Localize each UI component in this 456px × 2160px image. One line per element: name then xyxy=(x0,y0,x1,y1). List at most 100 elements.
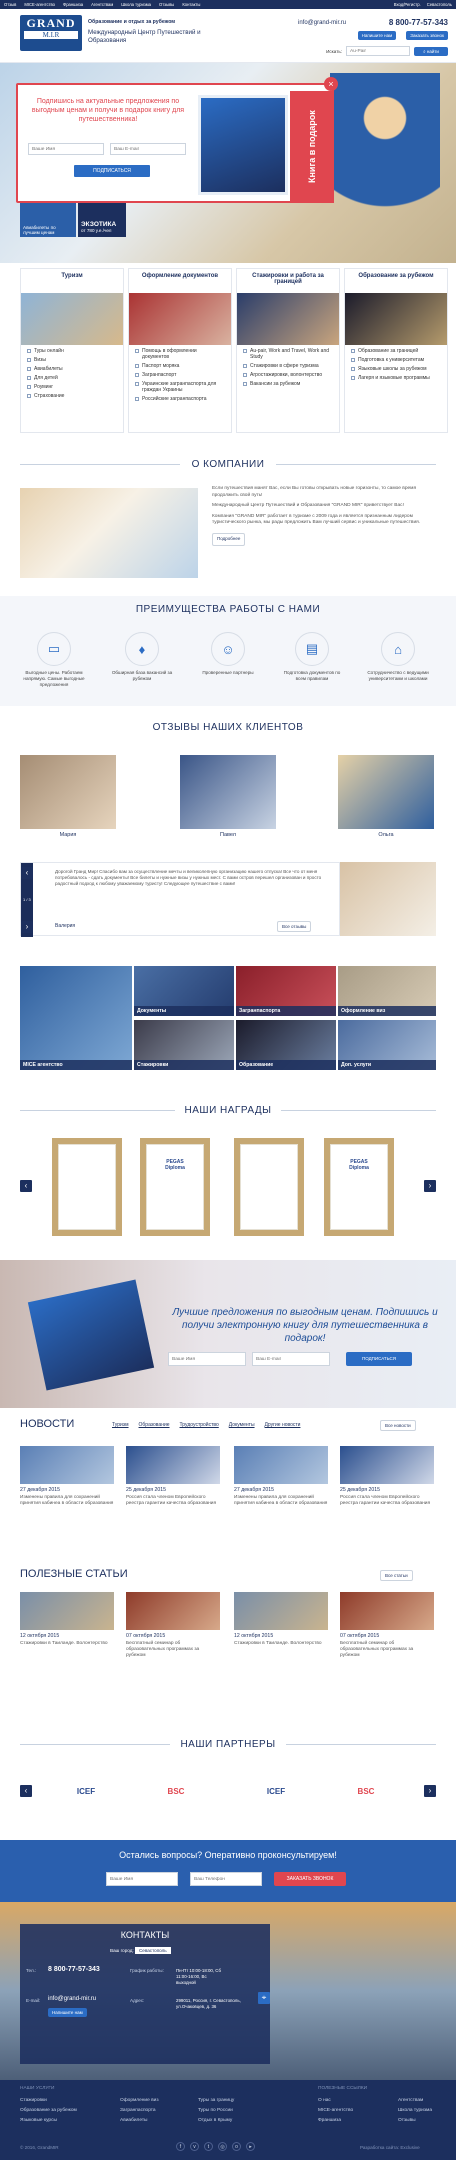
news-card[interactable]: 25 декабря 2015 Россия стала членом Европ… xyxy=(126,1446,220,1507)
tile-internships[interactable]: Стажировки xyxy=(134,1020,234,1070)
top-nav-item[interactable]: Отзыв xyxy=(4,2,16,7)
article-card[interactable]: 12 октября 2015 Стажировки в Таиланде. Во… xyxy=(234,1592,328,1647)
partners-next-button[interactable]: › xyxy=(424,1785,436,1797)
service-item[interactable]: Помощь в оформлении документов xyxy=(135,348,225,360)
awards-prev-button[interactable]: ‹ xyxy=(20,1180,32,1192)
footer-link[interactable]: О нас xyxy=(318,2096,353,2106)
service-item[interactable]: Агростажировки, волонтерство xyxy=(243,372,333,378)
footer-developer[interactable]: Разработка сайта: Exclusive xyxy=(360,2145,420,2150)
service-item[interactable]: Стажировки в сфере туризма xyxy=(243,363,333,369)
reviewer-photo[interactable] xyxy=(180,755,276,829)
facebook-icon[interactable]: f xyxy=(176,2142,185,2151)
service-item[interactable]: Туры онлайн xyxy=(27,348,117,354)
top-nav-item[interactable]: Отзывы xyxy=(159,2,174,7)
service-title[interactable]: Стажировки и работа за границей xyxy=(237,269,339,293)
banner-email-input[interactable] xyxy=(252,1352,330,1366)
top-nav-item[interactable]: Контакты xyxy=(182,2,200,7)
promo-flights[interactable]: Авиабилеты по лучшим ценам xyxy=(20,203,76,237)
footer-link[interactable]: Агентствам xyxy=(398,2096,432,2106)
award-diploma[interactable] xyxy=(234,1138,304,1236)
partner-logo[interactable]: ICEF xyxy=(250,1773,302,1809)
service-item[interactable]: Языковые школы за рубежом xyxy=(351,366,441,372)
service-item[interactable]: Страхование xyxy=(27,393,117,399)
tile-mice[interactable]: MICE агентство xyxy=(20,966,132,1070)
site-logo[interactable]: GRAND M.I.R xyxy=(20,15,82,51)
consult-phone-input[interactable] xyxy=(190,1872,262,1886)
tile-education[interactable]: Образование xyxy=(236,1020,336,1070)
map-marker-icon[interactable]: ⌖ xyxy=(258,1992,270,2004)
footer-link[interactable]: Школа туризма xyxy=(398,2106,432,2116)
top-nav-item[interactable]: Франшиза xyxy=(63,2,83,7)
service-item[interactable]: Au-pair, Work and Travel, Work and Study xyxy=(243,348,333,360)
partners-prev-button[interactable]: ‹ xyxy=(20,1785,32,1797)
news-card[interactable]: 25 декабря 2015 Россия стала членом Европ… xyxy=(340,1446,434,1507)
order-call-cta-button[interactable]: ЗАКАЗАТЬ ЗВОНОК xyxy=(274,1872,346,1886)
service-item[interactable]: Авиабилеты xyxy=(27,366,117,372)
banner-name-input[interactable] xyxy=(168,1352,246,1366)
awards-next-button[interactable]: › xyxy=(424,1180,436,1192)
login-link[interactable]: Вход/Регистр. xyxy=(394,2,421,7)
footer-link[interactable]: Отзывы xyxy=(398,2116,432,2126)
city-select[interactable]: Севастополь xyxy=(427,2,452,7)
partner-logo[interactable]: BSC xyxy=(150,1773,202,1809)
service-item[interactable]: Паспорт моряка xyxy=(135,363,225,369)
youtube-icon[interactable]: ▸ xyxy=(246,2142,255,2151)
footer-link[interactable]: Туры за границу xyxy=(198,2096,234,2106)
service-title[interactable]: Туризм xyxy=(21,269,123,293)
service-item[interactable]: Лагеря и языковые программы xyxy=(351,375,441,381)
banner-subscribe-button[interactable]: ПОДПИСАТЬСЯ xyxy=(346,1352,412,1366)
service-item[interactable]: Для детей xyxy=(27,375,117,381)
footer-link[interactable]: Оформление виз xyxy=(120,2096,159,2106)
news-tab[interactable]: Документы xyxy=(229,1422,255,1428)
vk-icon[interactable]: v xyxy=(190,2142,199,2151)
news-tab[interactable]: Образование xyxy=(139,1422,170,1428)
footer-link[interactable]: Отдых в Крыму xyxy=(198,2116,234,2126)
service-item[interactable]: Украинские загранпаспорта для граждан Ук… xyxy=(135,381,225,393)
footer-link[interactable]: MICE-агентство xyxy=(318,2106,353,2116)
about-more-button[interactable]: Подробнее xyxy=(212,532,246,546)
contacts-write-button[interactable]: Напишите нам xyxy=(48,2008,87,2017)
tile-extra-services[interactable]: Доп. услуги xyxy=(338,1020,436,1070)
footer-link[interactable]: Франшиза xyxy=(318,2116,353,2126)
award-diploma[interactable] xyxy=(52,1138,122,1236)
service-item[interactable]: Роуминг xyxy=(27,384,117,390)
award-diploma[interactable]: PEGAS Diploma xyxy=(324,1138,394,1236)
all-news-button[interactable]: Все новости xyxy=(380,1420,416,1431)
news-tab[interactable]: Другие новости xyxy=(265,1422,301,1428)
service-item[interactable]: Подготовка к университетам xyxy=(351,357,441,363)
news-tab[interactable]: Туризм xyxy=(112,1422,129,1428)
top-nav-item[interactable]: Агентствам xyxy=(91,2,113,7)
service-item[interactable]: Образование за границей xyxy=(351,348,441,354)
reviewer-photo[interactable] xyxy=(338,755,434,829)
all-reviews-button[interactable]: Все отзывы xyxy=(277,921,312,932)
instagram-icon[interactable]: ◎ xyxy=(218,2142,227,2151)
footer-link[interactable]: Стажировки xyxy=(20,2096,77,2106)
contacts-email[interactable]: info@grand-mir.ru xyxy=(48,1996,96,2002)
top-nav-item[interactable]: Школа туризма xyxy=(121,2,151,7)
search-button[interactable]: ⌕ найти xyxy=(414,46,448,56)
ok-icon[interactable]: o xyxy=(232,2142,241,2151)
promo-exotic[interactable]: ЭКЗОТИКА от 780 у.е./чел xyxy=(78,203,126,237)
header-email[interactable]: info@grand-mir.ru xyxy=(298,20,346,26)
review-next-button[interactable]: › xyxy=(21,921,33,933)
article-card[interactable]: 07 октября 2015 Бесплатный семинар об обр… xyxy=(340,1592,434,1659)
award-diploma[interactable]: PEGAS Diploma xyxy=(140,1138,210,1236)
contacts-city-select[interactable]: Севастополь xyxy=(134,1947,171,1954)
header-phone[interactable]: 8 800-77-57-343 xyxy=(389,18,448,27)
service-item[interactable]: Вакансии за рубежом xyxy=(243,381,333,387)
tile-documents[interactable]: Документы xyxy=(134,966,234,1016)
consult-name-input[interactable] xyxy=(106,1872,178,1886)
article-card[interactable]: 12 октября 2015 Стажировки в Таиланде. Во… xyxy=(20,1592,114,1647)
write-us-button[interactable]: Напишите нам xyxy=(357,31,397,40)
news-card[interactable]: 27 декабря 2015 Изменены правила для сохр… xyxy=(234,1446,328,1507)
reviewer-photo[interactable] xyxy=(20,755,116,829)
all-articles-button[interactable]: Все статьи xyxy=(380,1570,413,1581)
footer-link[interactable]: Языковые курсы xyxy=(20,2116,77,2126)
search-input[interactable] xyxy=(346,46,410,56)
top-nav-item[interactable]: MICE-агентство xyxy=(24,2,55,7)
footer-link[interactable]: Загранпаспорта xyxy=(120,2106,159,2116)
popup-close-button[interactable]: × xyxy=(324,77,338,91)
popup-email-input[interactable] xyxy=(110,143,186,155)
footer-link[interactable]: Авиабилеты xyxy=(120,2116,159,2126)
news-tab[interactable]: Трудоустройство xyxy=(180,1422,219,1428)
